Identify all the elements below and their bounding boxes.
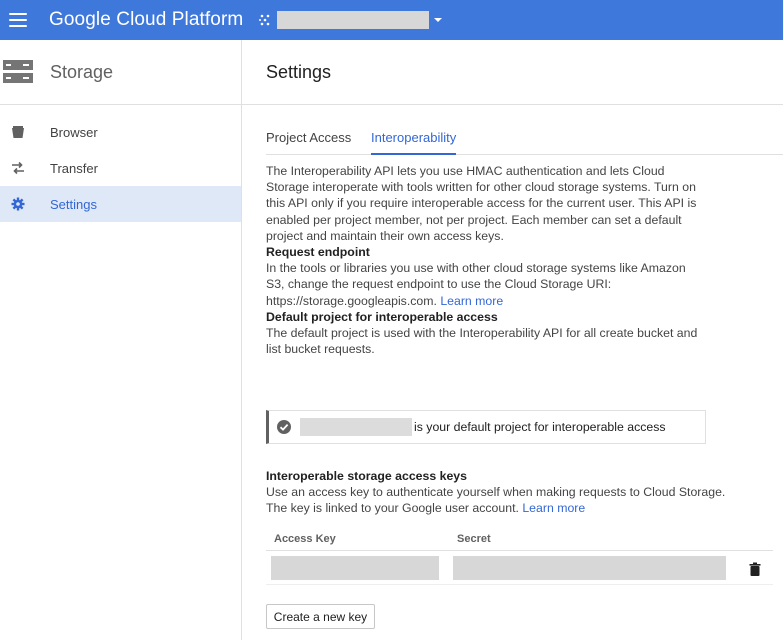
access-keys-section: Interoperable storage access keys Use an… [266, 468, 726, 517]
bucket-icon [12, 126, 24, 138]
tab-project-access[interactable]: Project Access [266, 130, 351, 155]
project-dots-icon [259, 14, 270, 26]
default-project-notice: is your default project for interoperabl… [266, 410, 706, 444]
intro-text: The Interoperability API lets you use HM… [266, 164, 697, 243]
tab-interoperability[interactable]: Interoperability [371, 130, 457, 155]
sidebar-item-label: Settings [50, 196, 97, 212]
project-selector[interactable] [277, 11, 430, 29]
settings-content: The Interoperability API lets you use HM… [266, 163, 706, 357]
redacted-project-name [300, 418, 412, 436]
default-project-notice-text: is your default project for interoperabl… [414, 420, 666, 434]
sidebar-item-browser[interactable]: Browser [0, 114, 241, 150]
tab-bar: Project Access Interoperability [266, 130, 783, 155]
gear-icon [11, 197, 25, 211]
sidebar-item-label: Transfer [50, 160, 98, 176]
sidebar-header: Storage [0, 40, 241, 105]
default-project-text: The default project is used with the Int… [266, 326, 698, 357]
sidebar-item-settings[interactable]: Settings [0, 186, 241, 222]
column-access-key: Access Key [274, 533, 336, 545]
sidebar-item-label: Browser [50, 124, 98, 140]
column-secret: Secret [457, 533, 491, 545]
request-endpoint-text: In the tools or libraries you use with o… [266, 260, 706, 309]
sidebar-nav: Browser Transfer Settings [0, 105, 241, 222]
table-row [266, 551, 773, 585]
sidebar-item-transfer[interactable]: Transfer [0, 150, 241, 186]
learn-more-link[interactable]: Learn more [440, 294, 503, 308]
page-title: Settings [266, 61, 332, 82]
access-keys-text: Use an access key to authenticate yourse… [266, 484, 726, 516]
caret-down-icon[interactable] [434, 18, 443, 22]
brand-title[interactable]: Google Cloud Platform [49, 9, 243, 31]
main-panel: Settings Project Access Interoperability… [242, 40, 783, 640]
sidebar: Storage Browser Transfer Settings [0, 40, 242, 640]
access-keys-body: Use an access key to authenticate yourse… [266, 485, 726, 516]
check-circle-icon [277, 420, 291, 434]
redacted-secret [453, 556, 726, 580]
top-app-bar: Google Cloud Platform [0, 0, 783, 40]
create-new-key-button[interactable]: Create a new key [266, 604, 375, 629]
learn-more-link[interactable]: Learn more [522, 501, 585, 515]
redacted-access-key [271, 556, 439, 580]
sidebar-title: Storage [50, 61, 114, 82]
access-keys-heading: Interoperable storage access keys [266, 469, 467, 483]
transfer-arrows-icon [12, 161, 24, 175]
trash-icon[interactable] [748, 562, 762, 576]
request-endpoint-heading: Request endpoint [266, 245, 370, 260]
access-keys-table: Access Key Secret [266, 530, 773, 585]
page-header: Settings [242, 40, 783, 105]
table-header: Access Key Secret [266, 530, 773, 551]
default-project-heading: Default project for interoperable access [266, 309, 498, 324]
hamburger-menu-icon[interactable] [9, 13, 27, 27]
storage-icon [3, 60, 33, 83]
